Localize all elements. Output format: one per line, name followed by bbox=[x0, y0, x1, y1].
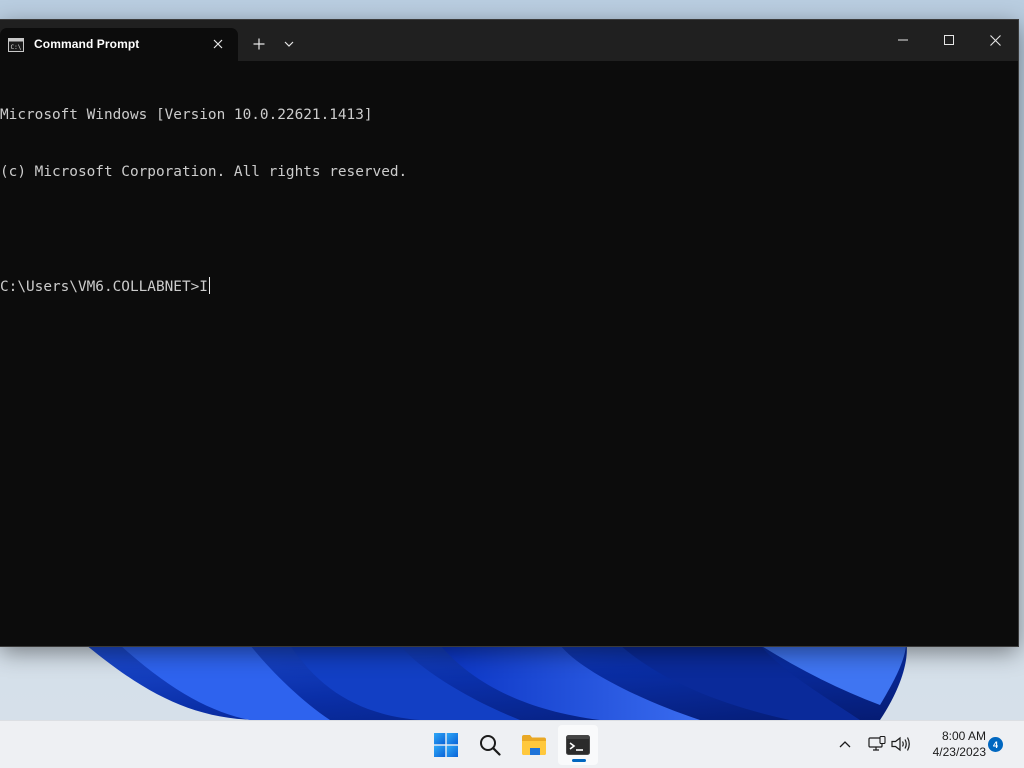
prompt-text: C:\Users\VM6.COLLABNET> bbox=[0, 279, 200, 295]
tab-close-button[interactable] bbox=[206, 32, 230, 56]
close-window-button[interactable] bbox=[972, 20, 1018, 60]
chevron-down-icon bbox=[284, 41, 294, 47]
tray-overflow-button[interactable] bbox=[834, 733, 856, 755]
volume-icon bbox=[891, 736, 910, 752]
active-app-indicator bbox=[572, 759, 586, 762]
tab-command-prompt[interactable]: C:\ Command Prompt bbox=[0, 28, 238, 61]
plus-icon bbox=[253, 38, 265, 50]
network-status-button[interactable] bbox=[866, 733, 888, 755]
search-icon bbox=[480, 735, 501, 756]
terminal-window: C:\ Command Prompt Microsoft Windows [Ve… bbox=[0, 20, 1018, 646]
search-button[interactable] bbox=[470, 725, 510, 765]
clock[interactable]: 8:00 AM 4/23/2023 bbox=[918, 728, 986, 760]
svg-text:C:\: C:\ bbox=[11, 44, 22, 51]
title-bar[interactable]: C:\ Command Prompt bbox=[0, 20, 1018, 61]
console-line: (c) Microsoft Corporation. All rights re… bbox=[0, 164, 408, 180]
new-tab-button[interactable] bbox=[246, 31, 272, 57]
console-output[interactable]: Microsoft Windows [Version 10.0.22621.14… bbox=[0, 68, 1018, 646]
minimize-button[interactable] bbox=[880, 20, 926, 60]
chevron-up-icon bbox=[839, 740, 851, 747]
volume-button[interactable] bbox=[890, 733, 912, 755]
file-explorer-button[interactable] bbox=[514, 725, 554, 765]
clock-time: 8:00 AM bbox=[941, 729, 986, 743]
cmd-icon: C:\ bbox=[8, 37, 24, 52]
taskbar: 8:00 AM 4/23/2023 4 bbox=[0, 720, 1024, 768]
console-line: Microsoft Windows [Version 10.0.22621.14… bbox=[0, 107, 373, 123]
notification-badge[interactable]: 4 bbox=[988, 737, 1003, 752]
maximize-button[interactable] bbox=[926, 20, 972, 60]
windows-logo-icon bbox=[434, 733, 458, 757]
terminal-icon bbox=[566, 735, 590, 755]
command-input[interactable]: I bbox=[199, 279, 208, 295]
close-icon bbox=[213, 39, 223, 49]
folder-icon bbox=[522, 735, 546, 755]
text-cursor bbox=[208, 277, 210, 294]
tab-title: Command Prompt bbox=[34, 37, 140, 51]
tab-dropdown-button[interactable] bbox=[278, 31, 300, 57]
start-button[interactable] bbox=[426, 725, 466, 765]
clock-date: 4/23/2023 bbox=[932, 745, 986, 759]
prompt-line[interactable]: C:\Users\VM6.COLLABNET>I bbox=[0, 277, 1018, 296]
close-icon bbox=[989, 34, 1001, 46]
maximize-icon bbox=[944, 35, 954, 45]
minimize-icon bbox=[898, 39, 908, 41]
network-icon bbox=[868, 736, 886, 751]
